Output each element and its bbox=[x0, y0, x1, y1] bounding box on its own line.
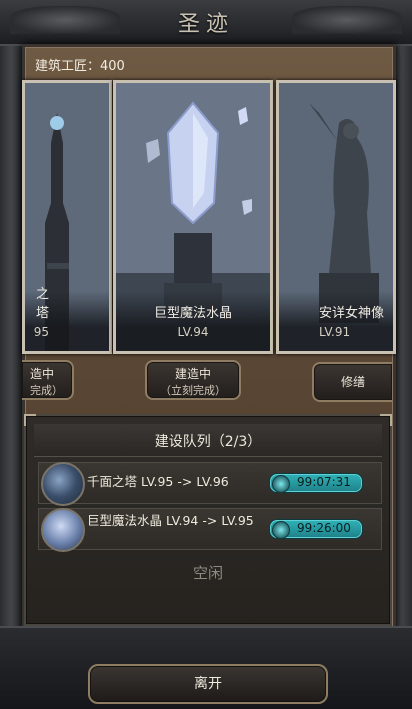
left-frame-ornament bbox=[0, 40, 22, 630]
card-label-bg bbox=[279, 291, 393, 351]
building-card-statue[interactable]: 安详女神像 LV.91 bbox=[276, 80, 396, 354]
crystal-thumb-icon bbox=[41, 508, 85, 552]
card-name: 巨型魔法水晶 bbox=[153, 306, 232, 321]
page-title: 圣迹 bbox=[177, 12, 234, 37]
construction-queue-panel: 建设队列（2/3） 千面之塔 LV.95 -> LV.96 99:07:31 巨… bbox=[24, 414, 392, 626]
repair-button[interactable]: 修缮 bbox=[312, 362, 392, 402]
queue-timer[interactable]: 99:07:31 bbox=[269, 473, 363, 493]
craftsman-count: 建筑工匠：400 bbox=[35, 59, 125, 74]
queue-row-desc: 巨型魔法水晶 LV.94 -> LV.95 bbox=[87, 513, 254, 528]
card-name: 安详女神像 bbox=[319, 306, 385, 321]
queue-header: 建设队列（2/3） bbox=[34, 424, 382, 457]
queue-timer[interactable]: 99:26:00 bbox=[269, 519, 363, 539]
building-card-tower[interactable]: 之塔 95 bbox=[22, 80, 112, 354]
button-line1: 建造中 bbox=[174, 367, 211, 381]
card-level: LV.94 bbox=[177, 325, 209, 339]
title-banner: 圣迹 bbox=[0, 0, 412, 46]
card-label-bg bbox=[116, 291, 270, 351]
card-level: 95 bbox=[33, 325, 49, 339]
button-line2: 完成） bbox=[30, 384, 63, 397]
clock-icon bbox=[272, 475, 290, 493]
tower-thumb-icon bbox=[41, 462, 85, 506]
queue-row-desc: 千面之塔 LV.95 -> LV.96 bbox=[87, 474, 229, 489]
timer-value: 99:26:00 bbox=[297, 521, 351, 535]
queue-row[interactable]: 千面之塔 LV.95 -> LV.96 99:07:31 bbox=[38, 462, 382, 506]
queue-title: 建设队列（2/3） bbox=[154, 434, 262, 450]
button-label: 修缮 bbox=[340, 375, 365, 389]
leave-button[interactable]: 离开 bbox=[88, 664, 328, 704]
button-line2: （立刻完成） bbox=[160, 384, 226, 397]
building-card-crystal[interactable]: 巨型魔法水晶 LV.94 bbox=[113, 80, 273, 354]
queue-idle-slot: 空闲 bbox=[192, 564, 223, 582]
instant-complete-button[interactable]: 建造中 （立刻完成） bbox=[145, 360, 241, 400]
timer-value: 99:07:31 bbox=[297, 475, 351, 489]
card-level: LV.91 bbox=[319, 325, 351, 339]
queue-row[interactable]: 巨型魔法水晶 LV.94 -> LV.95 99:26:00 bbox=[38, 508, 382, 552]
button-line1: 造中 bbox=[30, 367, 55, 381]
card-name: 之塔 bbox=[35, 287, 49, 321]
building-status-button-left[interactable]: 造中 完成） bbox=[22, 360, 74, 400]
clock-icon bbox=[272, 521, 290, 539]
